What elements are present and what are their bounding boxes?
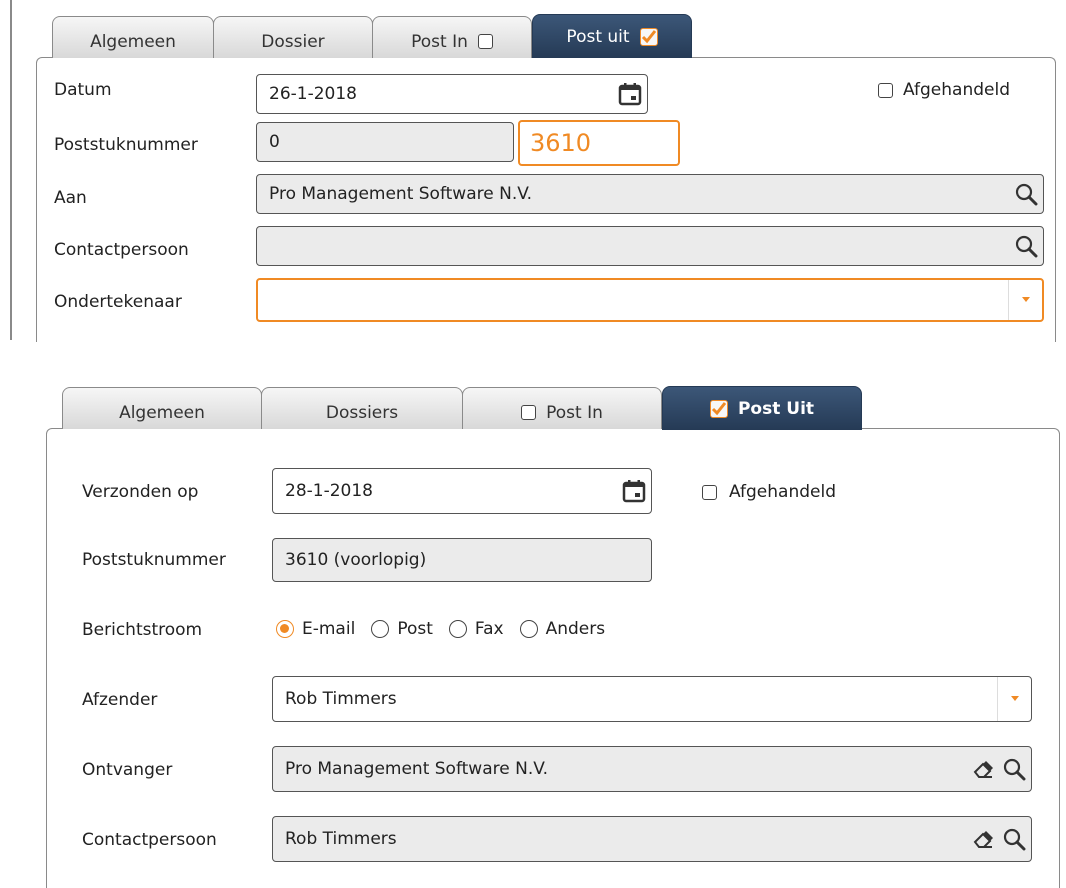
radio-label: Post	[397, 619, 433, 639]
tab-post-uit-top[interactable]: Post uit	[532, 14, 692, 58]
radio-button[interactable]	[276, 620, 294, 638]
radio-anders[interactable]: Anders	[519, 619, 606, 639]
tab-post-uit-bottom[interactable]: Post Uit	[662, 386, 862, 430]
radio-label: E-mail	[302, 619, 356, 639]
contactpersoon-label: Contactpersoon	[54, 240, 189, 260]
tab-post-in-bottom[interactable]: Post In	[462, 387, 662, 429]
poststuknummer-input: 0	[256, 122, 514, 162]
tab-algemeen-top[interactable]: Algemeen	[52, 16, 214, 58]
tab-dossier-top[interactable]: Dossier	[213, 16, 373, 58]
post-in-checkbox[interactable]	[477, 34, 493, 49]
poststuknummer-label: Poststuknummer	[54, 135, 198, 155]
checkbox-checked-icon[interactable]	[709, 399, 728, 418]
afgehandeld-box[interactable]	[702, 484, 717, 500]
tab-algemeen-bottom[interactable]: Algemeen	[62, 387, 262, 429]
tab-label: Algemeen	[119, 402, 205, 423]
contactpersoon-value: Rob Timmers	[285, 829, 397, 849]
poststuknummer-value: 0	[269, 132, 280, 152]
search-icon[interactable]	[1009, 227, 1043, 265]
radio-label: Fax	[474, 619, 504, 639]
poststuknummer-highlight-value: 3610	[530, 129, 592, 157]
afgehandeld-box[interactable]	[878, 82, 893, 98]
aan-value: Pro Management Software N.V.	[269, 184, 533, 204]
contactpersoon-input[interactable]	[256, 226, 1044, 266]
berichtstroom-radio-group: E-mail Post Fax Anders	[276, 619, 621, 639]
contactpersoon-label: Contactpersoon	[82, 830, 217, 850]
tab-label: Post In	[546, 402, 603, 423]
tab-label: Algemeen	[90, 31, 176, 52]
afgehandeld-checkbox-bottom[interactable]: Afgehandeld	[702, 482, 836, 502]
verzonden-input[interactable]: 28-1-2018	[272, 468, 652, 514]
aan-input[interactable]: Pro Management Software N.V.	[256, 174, 1044, 214]
screenshot: Algemeen Dossier Post In Post uit Datum …	[0, 0, 1066, 888]
poststuknummer-input: 3610 (voorlopig)	[272, 538, 652, 582]
verzonden-label: Verzonden op	[82, 482, 199, 502]
ontvanger-label: Ontvanger	[82, 760, 173, 780]
radio-button[interactable]	[519, 620, 538, 638]
ontvanger-value: Pro Management Software N.V.	[285, 759, 549, 779]
afzender-label: Afzender	[82, 690, 158, 710]
radio-button[interactable]	[448, 620, 467, 638]
calendar-icon[interactable]	[617, 469, 651, 513]
tab-label: Post In	[411, 31, 468, 52]
tab-dossiers-bottom[interactable]: Dossiers	[261, 387, 463, 429]
datum-label: Datum	[54, 80, 112, 100]
eraser-icon[interactable]	[971, 747, 997, 791]
tab-label: Post Uit	[737, 398, 815, 419]
dropdown-arrow-icon[interactable]	[1008, 280, 1042, 320]
ontvanger-input[interactable]: Pro Management Software N.V.	[272, 746, 1032, 792]
search-icon[interactable]	[997, 747, 1031, 791]
eraser-icon[interactable]	[971, 817, 997, 861]
post-in-checkbox[interactable]	[521, 405, 537, 420]
afzender-select[interactable]: Rob Timmers	[272, 676, 1032, 722]
ondertekenaar-select[interactable]	[256, 278, 1044, 322]
radio-fax[interactable]: Fax	[448, 619, 504, 639]
search-icon[interactable]	[997, 817, 1031, 861]
tab-label: Post uit	[566, 26, 630, 47]
radio-label: Anders	[545, 619, 606, 639]
radio-button[interactable]	[371, 620, 390, 638]
afgehandeld-label: Afgehandeld	[903, 80, 1010, 100]
datum-input[interactable]: 26-1-2018	[256, 74, 648, 114]
afgehandeld-checkbox-top[interactable]: Afgehandeld	[878, 80, 1010, 100]
tab-label: Dossiers	[325, 402, 399, 423]
tab-post-in-top[interactable]: Post In	[372, 16, 532, 58]
poststuknummer-value: 3610 (voorlopig)	[285, 550, 427, 570]
poststuknummer-label: Poststuknummer	[82, 550, 226, 570]
poststuknummer-highlight: 3610	[518, 120, 680, 166]
berichtstroom-label: Berichtstroom	[82, 620, 203, 640]
verzonden-value: 28-1-2018	[285, 481, 373, 501]
dropdown-arrow-icon[interactable]	[997, 677, 1031, 721]
checkbox-checked-icon[interactable]	[639, 27, 658, 46]
afgehandeld-label: Afgehandeld	[729, 482, 836, 502]
datum-value: 26-1-2018	[269, 84, 357, 104]
contactpersoon-input[interactable]: Rob Timmers	[272, 816, 1032, 862]
radio-post[interactable]: Post	[371, 619, 433, 639]
radio-email[interactable]: E-mail	[276, 619, 355, 639]
aan-label: Aan	[54, 188, 87, 208]
afzender-value: Rob Timmers	[285, 689, 397, 709]
calendar-icon[interactable]	[613, 75, 647, 113]
tab-label: Dossier	[261, 31, 325, 52]
ondertekenaar-label: Ondertekenaar	[54, 292, 182, 312]
search-icon[interactable]	[1009, 175, 1043, 213]
left-edge-line	[10, 0, 12, 340]
